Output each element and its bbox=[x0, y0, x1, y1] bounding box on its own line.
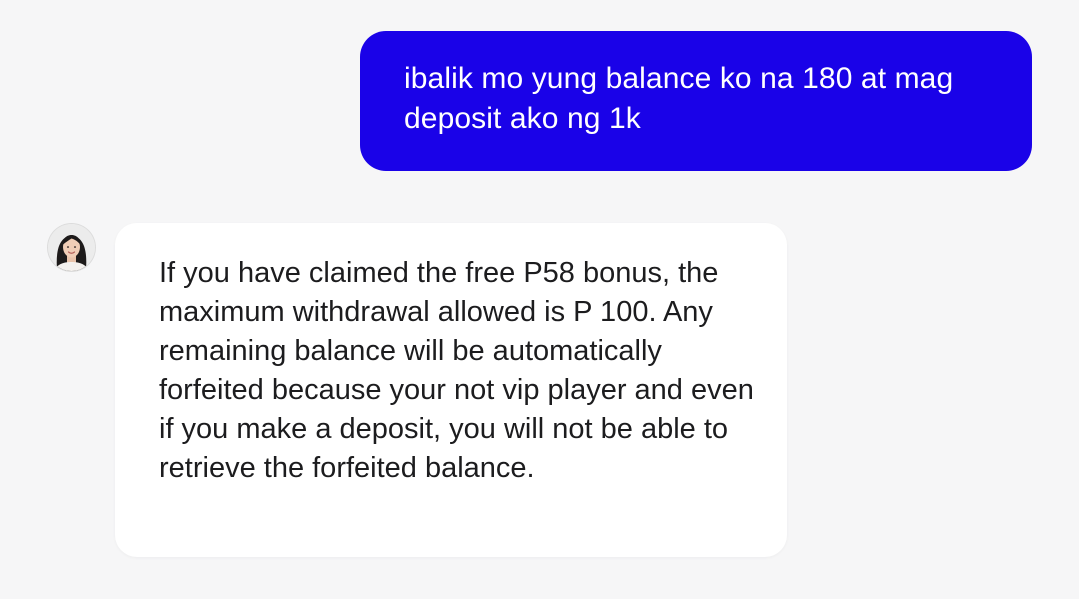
agent-message-text: If you have claimed the free P58 bonus, … bbox=[159, 257, 754, 484]
agent-avatar-photo-icon bbox=[48, 224, 95, 271]
user-message-text: ibalik mo yung balance ko na 180 at mag … bbox=[404, 62, 954, 135]
agent-message-bubble: If you have claimed the free P58 bonus, … bbox=[115, 223, 787, 557]
chat-thread: ibalik mo yung balance ko na 180 at mag … bbox=[0, 0, 1079, 599]
agent-avatar bbox=[48, 224, 95, 271]
user-message-bubble: ibalik mo yung balance ko na 180 at mag … bbox=[360, 31, 1032, 171]
